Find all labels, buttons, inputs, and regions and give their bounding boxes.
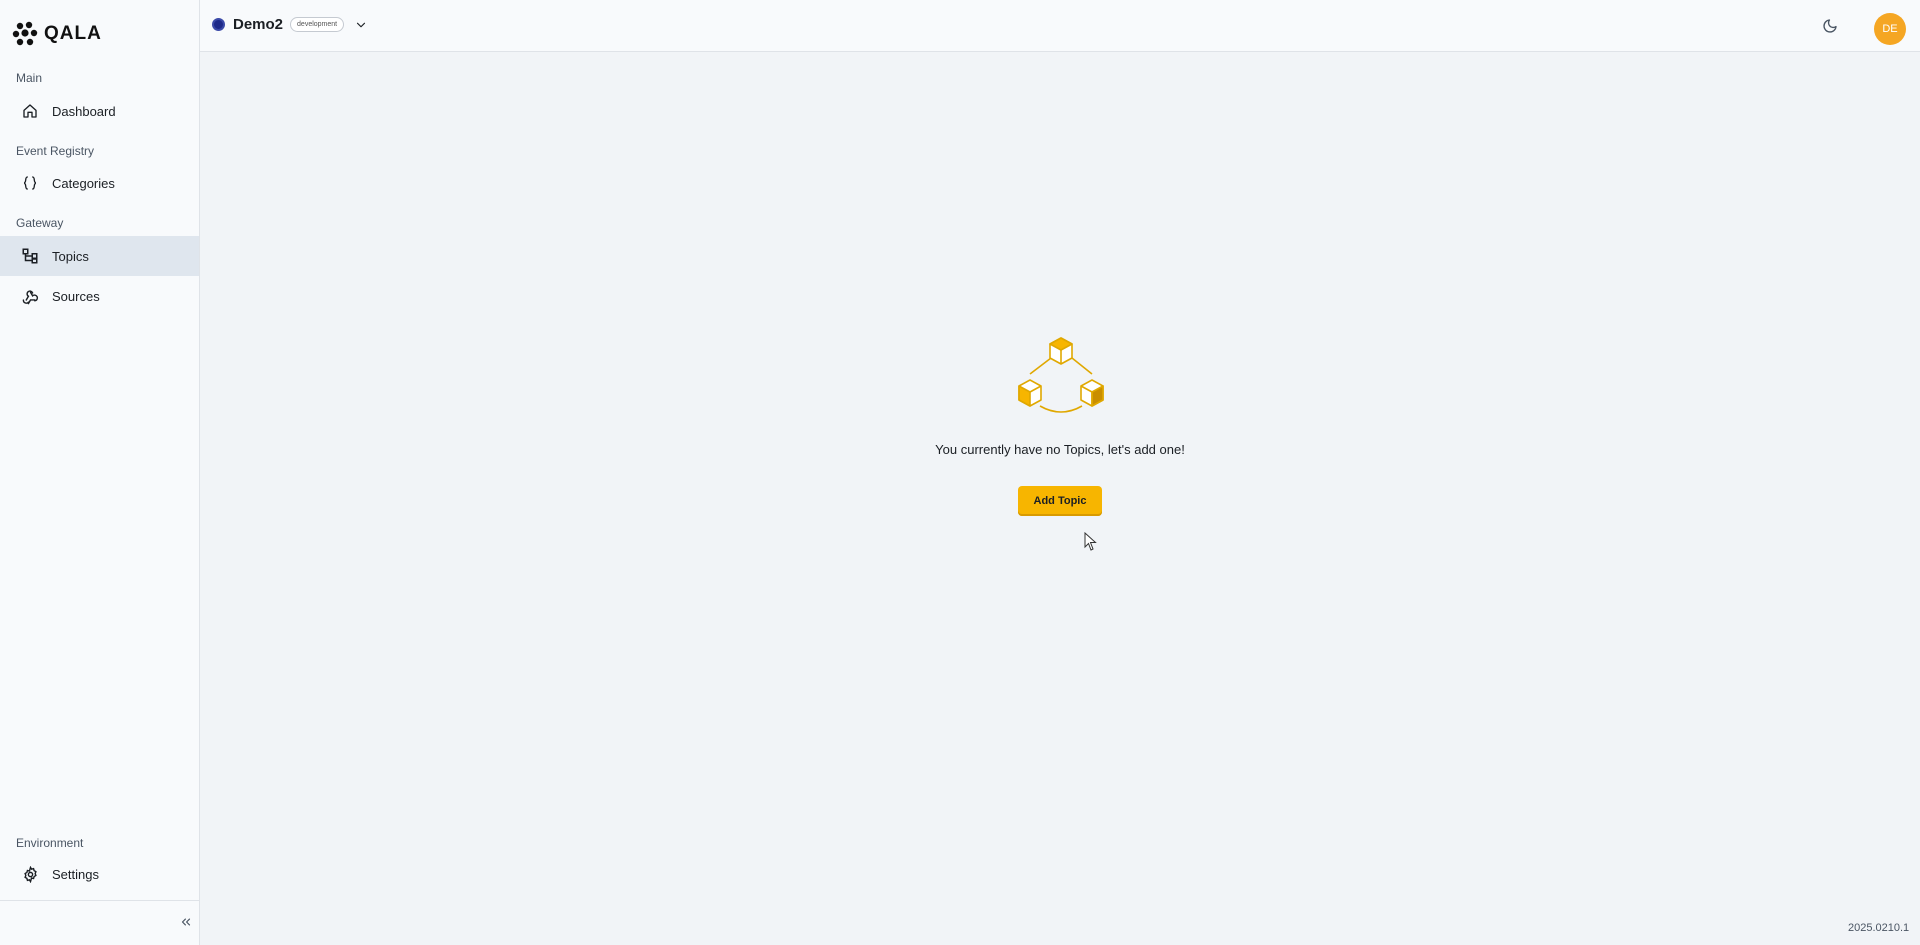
sidebar-item-label: Sources bbox=[52, 288, 100, 304]
topbar: Demo2 development DE bbox=[200, 0, 1920, 52]
sidebar-item-label: Dashboard bbox=[52, 103, 116, 119]
topics-icon bbox=[20, 246, 40, 266]
sidebar-item-categories[interactable]: Categories bbox=[0, 163, 199, 203]
home-icon bbox=[20, 101, 40, 121]
environment-badge: development bbox=[290, 17, 345, 32]
gear-icon bbox=[20, 864, 40, 884]
sidebar-item-topics[interactable]: Topics bbox=[0, 236, 199, 276]
section-label-event-registry: Event Registry bbox=[16, 144, 95, 158]
webhook-icon bbox=[20, 286, 40, 306]
chevron-down-icon bbox=[354, 18, 368, 32]
qala-logo-icon bbox=[12, 21, 38, 46]
collapse-sidebar-button[interactable] bbox=[176, 912, 196, 932]
moon-icon bbox=[1823, 19, 1837, 33]
logo[interactable]: QALA bbox=[12, 20, 102, 48]
braces-icon bbox=[20, 173, 40, 193]
sidebar-item-label: Topics bbox=[52, 248, 89, 264]
sidebar-item-label: Categories bbox=[52, 175, 115, 191]
sidebar-item-sources[interactable]: Sources bbox=[0, 276, 199, 316]
avatar[interactable]: DE bbox=[1874, 13, 1906, 45]
sidebar-item-label: Settings bbox=[52, 866, 99, 882]
add-topic-button[interactable]: Add Topic bbox=[1018, 486, 1102, 516]
environment-name: Demo2 bbox=[233, 16, 284, 33]
cubes-icon bbox=[1018, 336, 1104, 416]
section-label-gateway: Gateway bbox=[16, 216, 64, 230]
theme-toggle-button[interactable] bbox=[1822, 18, 1840, 36]
section-label-main: Main bbox=[16, 71, 43, 85]
version-label: 2025.0210.1 bbox=[1848, 922, 1910, 934]
empty-state-message: You currently have no Topics, let's add … bbox=[935, 442, 1185, 457]
double-chevron-left-icon bbox=[181, 918, 191, 926]
sidebar-item-settings[interactable]: Settings bbox=[0, 854, 199, 894]
section-label-environment: Environment bbox=[16, 836, 84, 850]
logo-text: QALA bbox=[44, 23, 102, 44]
sidebar-item-dashboard[interactable]: Dashboard bbox=[0, 91, 199, 131]
mouse-cursor-icon bbox=[1084, 531, 1098, 557]
environment-selector[interactable]: Demo2 development bbox=[212, 16, 368, 33]
sidebar: QALA Main Dashboard Event Registry Categ… bbox=[0, 0, 200, 945]
environment-color-dot bbox=[212, 18, 225, 31]
sidebar-divider bbox=[0, 900, 199, 901]
